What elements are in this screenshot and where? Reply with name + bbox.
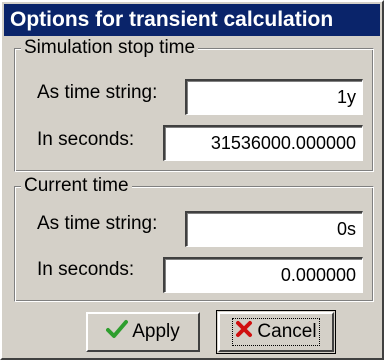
cancel-button[interactable]: Cancel [218,312,334,352]
apply-button[interactable]: Apply [86,312,200,352]
current-time-string-input[interactable] [185,211,363,247]
stop-time-legend: Simulation stop time [21,36,199,60]
check-icon [106,319,129,345]
x-icon [235,320,253,344]
dialog-window: Options for transient calculation Simula… [0,0,384,360]
stop-time-group: Simulation stop time As time string: In … [14,36,374,172]
title-bar[interactable]: Options for transient calculation [4,4,380,36]
current-seconds-label: In seconds: [37,259,135,280]
current-seconds-input[interactable] [163,257,363,293]
stop-seconds-input[interactable] [163,125,363,161]
apply-label: Apply [132,321,180,342]
stop-seconds-label: In seconds: [37,129,135,150]
current-time-string-label: As time string: [37,213,158,234]
cancel-focus-rect: Cancel [232,318,320,346]
current-time-group: Current time As time string: In seconds: [14,174,374,302]
current-time-legend: Current time [21,174,132,198]
stop-time-string-input[interactable] [185,79,363,115]
window-title: Options for transient calculation [10,8,334,31]
stop-time-string-label: As time string: [37,82,158,103]
cancel-label: Cancel [257,321,317,342]
